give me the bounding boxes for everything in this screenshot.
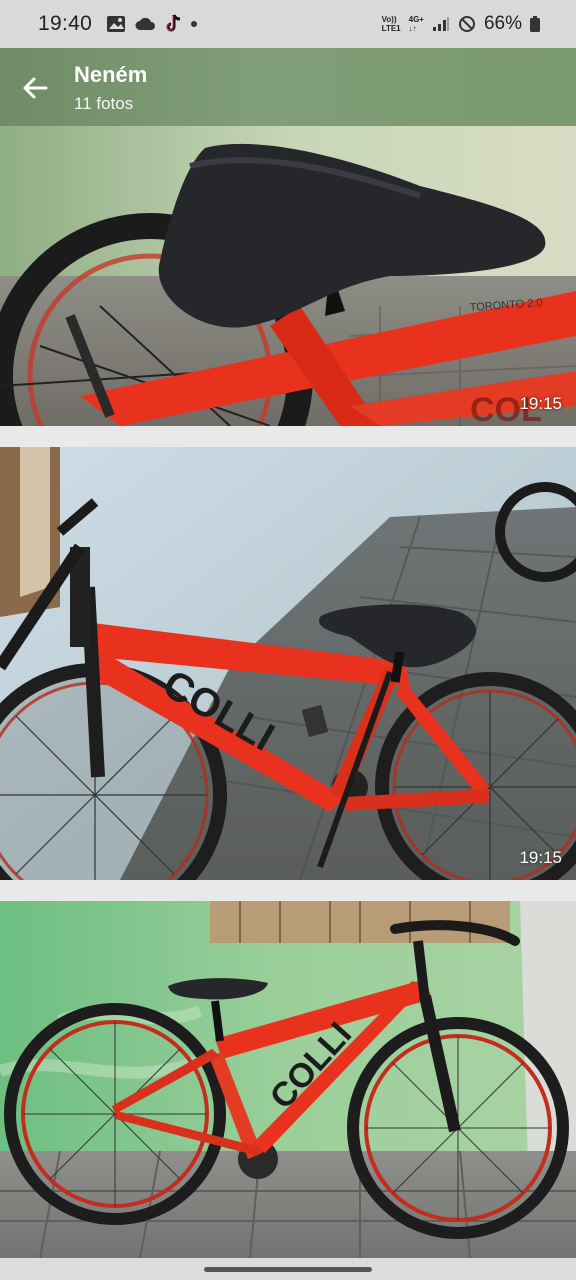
photo-timestamp: 19:15 [519,394,562,413]
bike-wall-photo: COLLI [0,901,576,1258]
status-time: 19:40 [38,12,93,35]
tiktok-icon [166,14,181,32]
signal-icon [432,17,449,31]
album-title: Neném [74,62,148,87]
system-status: Vo)) LTE1 4G+ ↓↑ 66% [382,13,540,35]
volte-indicator: Vo)) LTE1 [381,15,401,33]
notification-icons [106,14,198,34]
status-bar: 19:40 Vo)) LTE1 4G+ ↓↑ 66% [0,0,576,48]
network-indicator: 4G+ ↓↑ [408,15,424,33]
photo-timestamp: 19:15 [519,848,562,867]
bike-saddle-photo: TORONTO 2.0 COL [0,126,576,426]
bike-side-photo: COLLI [0,447,576,880]
battery-percent: 66% [483,13,522,34]
photo-count: 11 fotos [74,94,134,113]
dot-icon [191,21,198,27]
do-not-disturb-icon [458,16,475,32]
photo-thumbnail-2[interactable]: COLLI 19:15 [0,447,576,880]
cloud-icon [135,17,156,30]
gallery-icon [107,16,126,32]
navigation-bar [0,1258,576,1280]
battery-icon [530,16,540,32]
app-bar: Neném 11 fotos [0,48,576,126]
photo-thumbnail-3[interactable]: COLLI [0,901,576,1258]
back-button[interactable] [14,68,56,108]
arrow-left-icon [23,77,48,99]
home-gesture-handle[interactable] [204,1267,372,1272]
photo-thumbnail-1[interactable]: TORONTO 2.0 COL 19:15 [0,126,576,426]
